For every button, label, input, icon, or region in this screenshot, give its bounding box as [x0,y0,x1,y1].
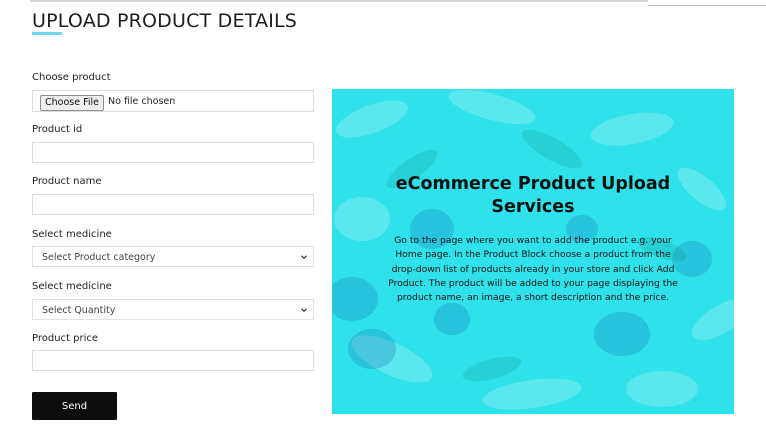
choose-product-label: Choose product [32,72,111,83]
choose-file-button[interactable]: Choose File [40,95,104,111]
chevron-down-icon [301,255,307,260]
page-title: UPLOAD PRODUCT DETAILS [32,10,298,32]
quantity-select-value: Select Quantity [42,305,116,316]
file-status-text: No file chosen [108,96,176,107]
file-upload-field[interactable]: Choose File No file chosen [32,90,314,112]
title-underline [32,32,62,35]
product-id-label: Product id [32,124,83,135]
category-select[interactable]: Select Product category [32,246,314,267]
quantity-select[interactable]: Select Quantity [32,299,314,320]
product-price-label: Product price [32,333,99,344]
top-divider [0,0,766,6]
top-divider-line [30,0,648,2]
product-price-input[interactable] [32,350,314,371]
top-divider-line-right [648,5,766,6]
product-id-input[interactable] [32,142,314,163]
product-name-label: Product name [32,176,102,187]
category-select-value: Select Product category [42,252,156,263]
product-name-input[interactable] [32,194,314,215]
quantity-select-label: Select medicine [32,281,112,292]
chevron-down-icon [301,308,307,313]
promo-description: Go to the page where you want to add the… [388,235,678,304]
category-select-label: Select medicine [32,229,112,240]
promo-banner: eCommerce Product Upload Services Go to … [332,89,734,414]
promo-heading: eCommerce Product Upload Services [395,174,671,217]
send-button[interactable]: Send [32,392,117,420]
